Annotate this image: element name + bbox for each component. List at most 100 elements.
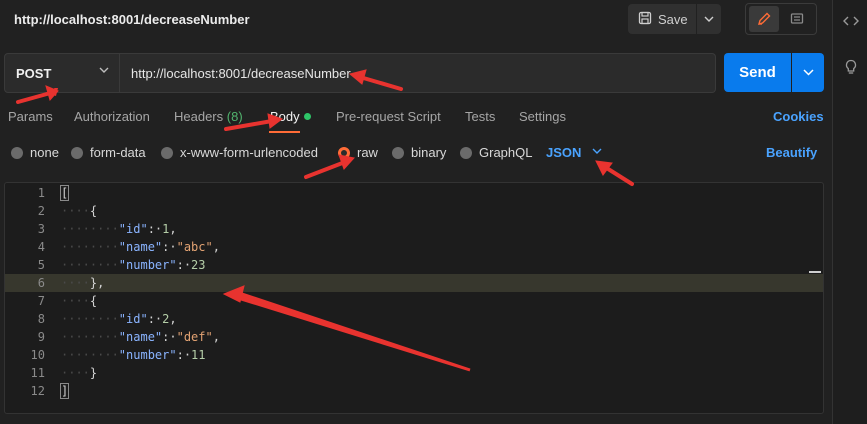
json-punctuation: }, bbox=[89, 276, 105, 290]
line-number: 2 bbox=[37, 204, 45, 218]
json-punctuation: , bbox=[212, 330, 220, 344]
headers-count-badge: (8) bbox=[226, 109, 243, 124]
code-text: ········"number":·11 bbox=[61, 346, 206, 364]
body-type-graphql[interactable]: GraphQL bbox=[460, 145, 532, 160]
code-text: ········"name":·"abc", bbox=[61, 238, 220, 256]
line-number: 3 bbox=[37, 222, 45, 236]
line-number: 6 bbox=[37, 276, 45, 290]
method-select[interactable]: POST bbox=[4, 53, 120, 93]
beautify-button[interactable]: Beautify bbox=[766, 145, 817, 160]
radio-icon bbox=[71, 146, 83, 159]
request-title[interactable]: http://localhost:8001/decreaseNumber bbox=[14, 12, 250, 27]
indent-whitespace: ········ bbox=[61, 330, 119, 344]
save-label: Save bbox=[658, 11, 688, 27]
body-type-label: x-www-form-urlencoded bbox=[180, 145, 318, 160]
code-line[interactable]: 11 ····} bbox=[5, 364, 823, 382]
send-button[interactable]: Send bbox=[724, 53, 791, 92]
code-text: ········"number":·23 bbox=[61, 256, 206, 274]
chevron-down-icon bbox=[802, 69, 814, 76]
method-label: POST bbox=[16, 65, 52, 81]
json-punctuation: [ bbox=[59, 185, 70, 201]
body-type-none[interactable]: none bbox=[11, 145, 59, 160]
code-line[interactable]: 8 ········"id":·2, bbox=[5, 310, 823, 328]
json-punctuation: , bbox=[212, 240, 220, 254]
tab-settings[interactable]: Settings bbox=[519, 109, 566, 124]
save-options-button[interactable] bbox=[697, 4, 721, 34]
json-separator: :· bbox=[162, 330, 177, 344]
indent-whitespace: ········ bbox=[61, 258, 119, 272]
body-type-raw[interactable]: raw bbox=[338, 145, 378, 160]
chevron-down-icon[interactable] bbox=[592, 147, 602, 155]
body-type-urlencoded[interactable]: x-www-form-urlencoded bbox=[161, 145, 318, 160]
right-sidebar bbox=[832, 0, 867, 424]
line-number: 5 bbox=[37, 258, 45, 272]
context-info-button[interactable] bbox=[833, 50, 867, 84]
chevron-down-icon bbox=[99, 67, 109, 73]
json-key: "name" bbox=[118, 240, 163, 254]
tab-headers[interactable]: Headers (8) bbox=[174, 109, 243, 124]
code-line[interactable]: 6 ····}, bbox=[5, 274, 823, 292]
code-line[interactable]: 9 ········"name":·"def", bbox=[5, 328, 823, 346]
code-text: ····} bbox=[61, 364, 97, 382]
body-type-label: none bbox=[30, 145, 59, 160]
tab-authorization[interactable]: Authorization bbox=[74, 109, 150, 124]
code-line[interactable]: 3 ········"id":·1, bbox=[5, 220, 823, 238]
indent-whitespace: ········ bbox=[61, 222, 119, 236]
json-punctuation: { bbox=[89, 204, 98, 218]
code-line[interactable]: 7 ····{ bbox=[5, 292, 823, 310]
line-number: 9 bbox=[37, 330, 45, 344]
code-text: ····{ bbox=[61, 202, 97, 220]
tab-pre-request-script[interactable]: Pre-request Script bbox=[336, 109, 441, 124]
json-separator: :· bbox=[176, 258, 192, 272]
json-separator: :· bbox=[147, 312, 163, 326]
radio-icon bbox=[11, 146, 23, 159]
line-number: 10 bbox=[30, 348, 45, 362]
tab-body[interactable]: Body bbox=[270, 109, 300, 124]
json-value: "def" bbox=[176, 330, 213, 344]
code-line[interactable]: 10 ········"number":·11 bbox=[5, 346, 823, 364]
code-line[interactable]: 1[ bbox=[5, 184, 823, 202]
json-punctuation: , bbox=[169, 222, 177, 236]
code-line[interactable]: 12] bbox=[5, 382, 823, 400]
indent-whitespace: ···· bbox=[61, 294, 90, 308]
line-number: 11 bbox=[30, 366, 45, 380]
pencil-icon bbox=[757, 12, 771, 26]
code-editor[interactable]: 1[2 ····{3 ········"id":·1, 4 ········"name"… bbox=[4, 182, 824, 414]
edit-mode-button[interactable] bbox=[749, 6, 779, 32]
language-select[interactable]: JSON bbox=[546, 145, 581, 160]
save-icon bbox=[638, 11, 652, 28]
url-input[interactable] bbox=[120, 53, 716, 93]
code-line[interactable]: 5 ········"number":·23 bbox=[5, 256, 823, 274]
indent-whitespace: ········ bbox=[61, 348, 119, 362]
code-line[interactable]: 4 ········"name":·"abc", bbox=[5, 238, 823, 256]
save-button[interactable]: Save bbox=[628, 4, 696, 34]
active-tab-underline bbox=[269, 131, 300, 133]
documentation-mode-button[interactable] bbox=[782, 6, 812, 32]
line-number: 4 bbox=[37, 240, 45, 254]
json-key: "name" bbox=[118, 330, 163, 344]
comment-icon bbox=[790, 13, 804, 24]
body-type-label: form-data bbox=[90, 145, 146, 160]
cookies-link[interactable]: Cookies bbox=[773, 109, 824, 124]
line-number: 12 bbox=[30, 384, 45, 398]
code-text: ····{ bbox=[61, 292, 97, 310]
body-type-form-data[interactable]: form-data bbox=[71, 145, 146, 160]
line-number: 1 bbox=[37, 186, 45, 200]
code-text: [ bbox=[59, 184, 70, 202]
indent-whitespace: ···· bbox=[61, 366, 90, 380]
line-number: 7 bbox=[37, 294, 45, 308]
code-text: ········"name":·"def", bbox=[61, 328, 220, 346]
tab-params[interactable]: Params bbox=[8, 109, 53, 124]
body-type-binary[interactable]: binary bbox=[392, 145, 446, 160]
json-key: "id" bbox=[118, 222, 148, 236]
json-value: "abc" bbox=[176, 240, 213, 254]
radio-icon bbox=[392, 146, 404, 159]
body-type-label: GraphQL bbox=[479, 145, 533, 160]
send-options-button[interactable] bbox=[792, 53, 824, 92]
code-line[interactable]: 2 ····{ bbox=[5, 202, 823, 220]
tab-tests[interactable]: Tests bbox=[465, 109, 495, 124]
json-key: "id" bbox=[118, 312, 148, 326]
request-pane: http://localhost:8001/decreaseNumber Sav… bbox=[0, 0, 832, 424]
code-snippet-button[interactable] bbox=[833, 4, 867, 38]
code-text: ] bbox=[59, 382, 70, 400]
